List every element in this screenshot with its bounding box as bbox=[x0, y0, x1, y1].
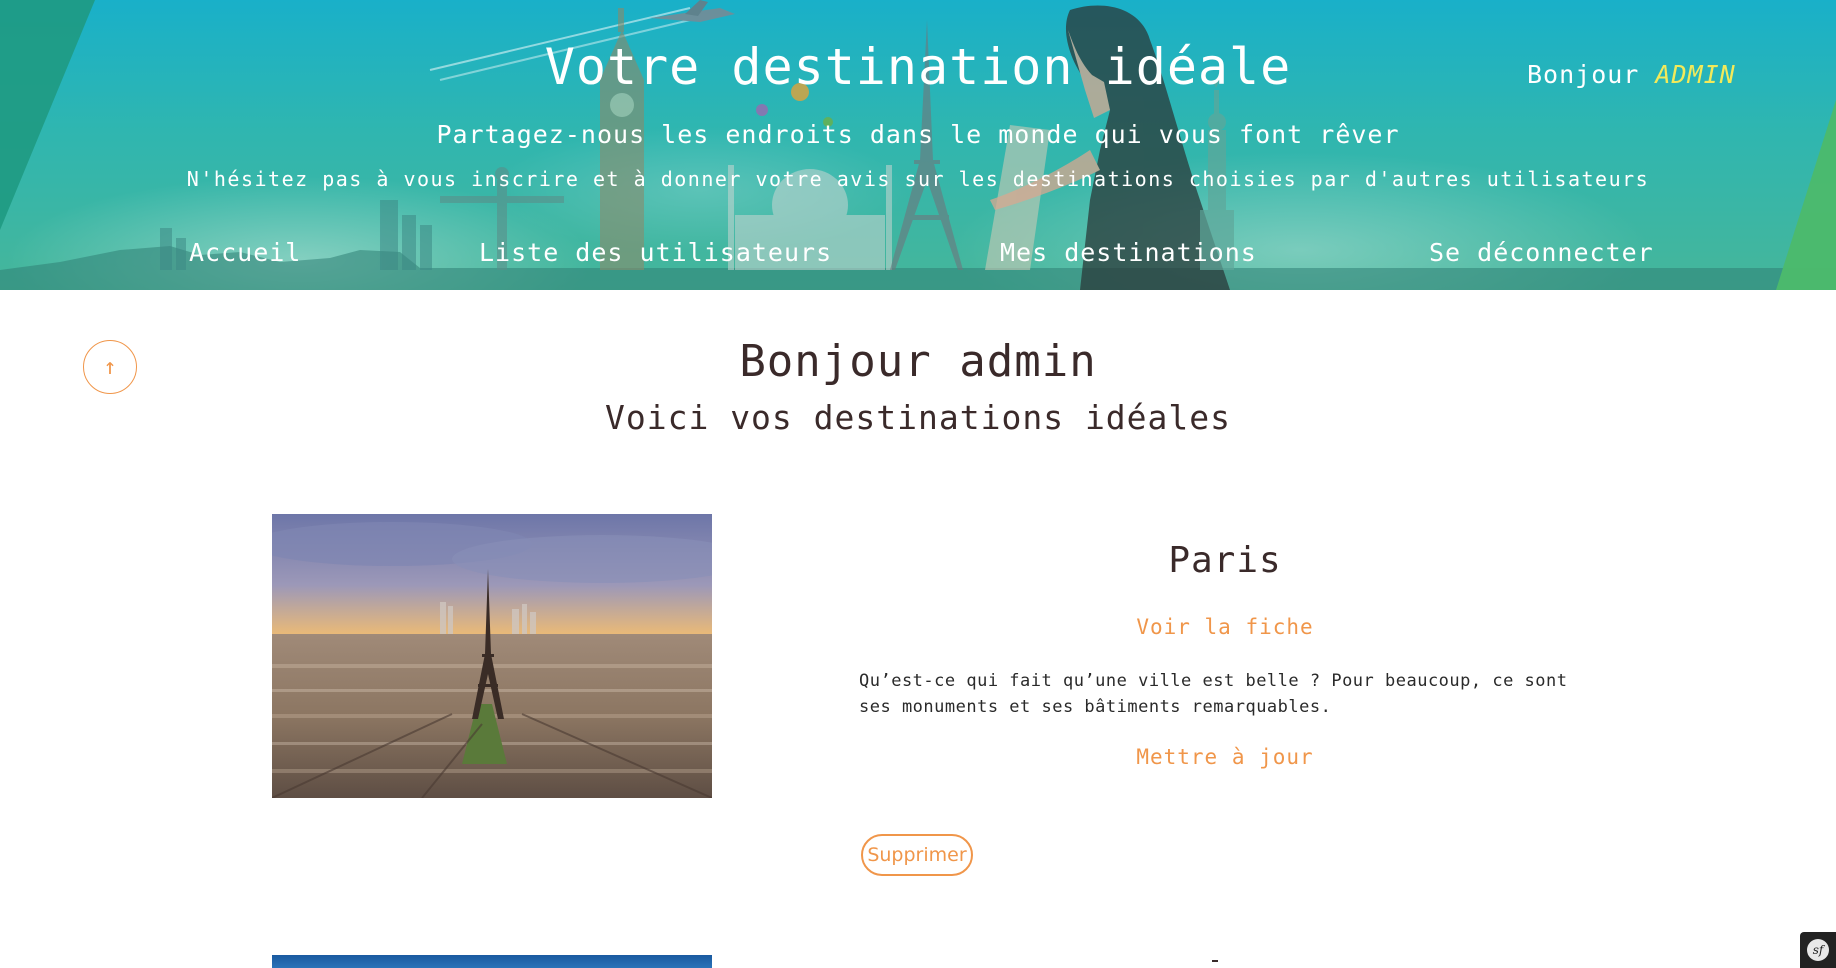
main-nav: Accueil Liste des utilisateurs Mes desti… bbox=[0, 238, 1836, 274]
debug-toolbar-toggle[interactable]: sf bbox=[1800, 932, 1836, 968]
nav-item-users-list[interactable]: Liste des utilisateurs bbox=[479, 238, 832, 267]
destination-image bbox=[272, 955, 712, 968]
page-title: Bonjour admin bbox=[739, 336, 1097, 387]
site-subtitle: Partagez-nous les endroits dans le monde… bbox=[436, 120, 1400, 149]
user-greeting: Bonjour ADMIN bbox=[1527, 60, 1736, 89]
symfony-icon: sf bbox=[1807, 939, 1829, 961]
site-tagline: N'hésitez pas à vous inscrire et à donne… bbox=[186, 167, 1650, 191]
destination-name bbox=[1212, 960, 1218, 962]
destination-description: Qu’est-ce qui fait qu’une ville est bell… bbox=[859, 671, 1568, 717]
nav-item-logout[interactable]: Se déconnecter bbox=[1429, 238, 1654, 267]
paris-cityscape-image bbox=[272, 514, 712, 798]
nav-item-my-destinations[interactable]: Mes destinations bbox=[1000, 238, 1257, 267]
delete-button[interactable]: Supprimer bbox=[861, 834, 973, 876]
destination-image bbox=[272, 514, 712, 798]
destination-name: Paris bbox=[1168, 540, 1282, 581]
greeting-username: ADMIN bbox=[1655, 60, 1736, 89]
page-subtitle: Voici vos destinations idéales bbox=[604, 398, 1232, 437]
nav-item-accueil[interactable]: Accueil bbox=[189, 238, 301, 267]
view-details-link[interactable]: Voir la fiche bbox=[860, 615, 1590, 639]
greeting-prefix: Bonjour bbox=[1527, 60, 1640, 89]
update-link[interactable]: Mettre à jour bbox=[860, 745, 1590, 769]
balloon-icon bbox=[756, 104, 768, 116]
site-header: Votre destination idéale Bonjour ADMIN P… bbox=[0, 0, 1836, 290]
